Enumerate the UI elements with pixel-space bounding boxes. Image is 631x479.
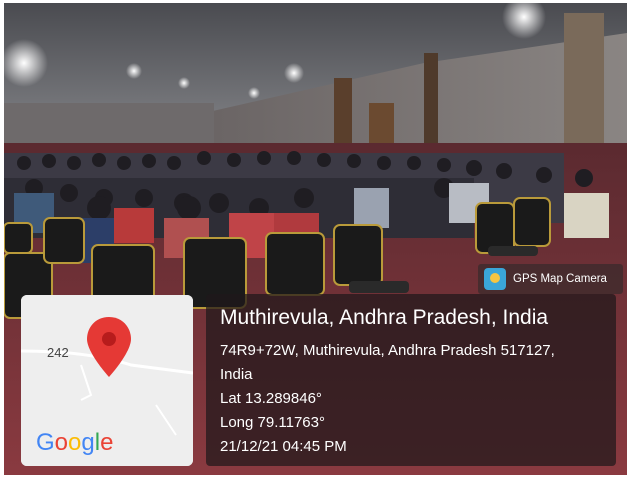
- gps-map-camera-badge: GPS Map Camera: [478, 264, 623, 294]
- address-line-2: India: [220, 366, 253, 383]
- datetime: 21/12/21 04:45 PM: [220, 438, 347, 455]
- latitude: Lat 13.289846°: [220, 390, 322, 407]
- location-title: Muthirevula, Andhra Pradesh, India: [220, 306, 549, 329]
- address-line-1: 74R9+72W, Muthirevula, Andhra Pradesh 51…: [220, 342, 555, 359]
- longitude: Long 79.11763°: [220, 414, 325, 431]
- location-minimap: 242 Google: [21, 295, 193, 466]
- map-road-label: 242: [47, 345, 69, 360]
- badge-app-name: GPS Map Camera: [513, 273, 607, 285]
- geotagged-photo: GPS Map Camera 242 Google Muthirevula, A…: [4, 3, 627, 475]
- location-info-panel: Muthirevula, Andhra Pradesh, India 74R9+…: [206, 294, 616, 466]
- gps-map-camera-app-icon: [484, 268, 506, 290]
- minimap-graphic: 242 Google: [21, 295, 193, 466]
- google-logo: Google: [36, 429, 113, 456]
